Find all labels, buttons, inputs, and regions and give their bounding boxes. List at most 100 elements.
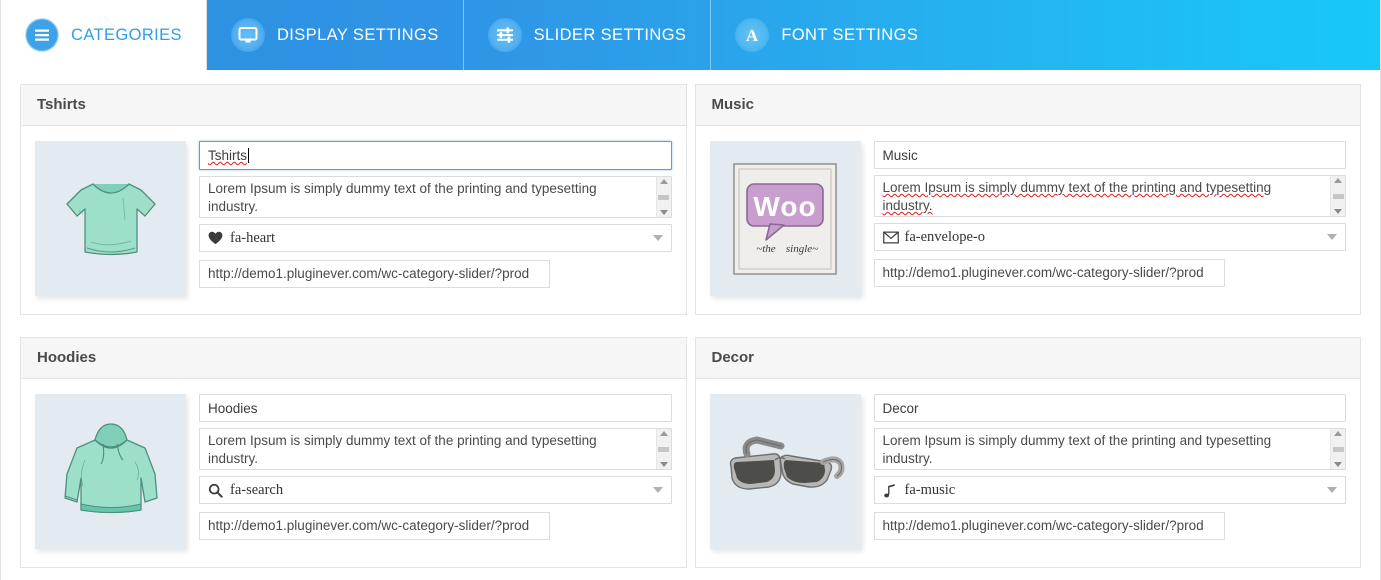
category-thumbnail-music[interactable]: Woo ~the single~ xyxy=(709,141,861,296)
category-icon-select-decor[interactable]: fa-music xyxy=(873,476,1346,504)
category-url-input-music[interactable]: http://demo1.pluginever.com/wc-category-… xyxy=(873,259,1225,287)
envelope-outline-icon xyxy=(882,231,905,244)
category-icon-value-music: fa-envelope-o xyxy=(904,228,986,245)
category-description-textarea-music[interactable]: Lorem Ipsum is simply dummy text of the … xyxy=(873,175,1346,217)
scrollbar-thumb[interactable] xyxy=(1332,193,1344,199)
svg-text:A: A xyxy=(746,26,759,45)
description-scrollbar-tshirts[interactable] xyxy=(655,177,671,217)
svg-text:single~: single~ xyxy=(786,243,818,255)
category-icon-select-music[interactable]: fa-envelope-o xyxy=(873,223,1346,251)
panel-title-hoodies: Hoodies xyxy=(37,349,97,366)
category-url-value-hoodies: http://demo1.pluginever.com/wc-category-… xyxy=(208,518,530,533)
category-description-text-hoodies: Lorem Ipsum is simply dummy text of the … xyxy=(200,429,656,469)
chevron-down-icon[interactable] xyxy=(652,487,663,493)
panel-body-music: Woo ~the single~ Music Lorem Ipsum is si… xyxy=(696,126,1361,314)
scroll-down-arrow-icon[interactable] xyxy=(1334,209,1342,214)
monitor-icon xyxy=(230,18,265,52)
chevron-down-icon[interactable] xyxy=(1327,487,1337,493)
category-description-text-decor: Lorem Ipsum is simply dummy text of the … xyxy=(875,429,1331,469)
category-fields-music: Music Lorem Ipsum is simply dummy text o… xyxy=(873,141,1346,296)
woo-album-illustration: Woo ~the single~ xyxy=(733,162,837,275)
category-name-input-tshirts[interactable]: Tshirts xyxy=(199,141,672,170)
hoodie-illustration xyxy=(63,422,158,513)
category-panel-hoodies: Hoodies Hoodies Lorem Ipsum is simply du… xyxy=(20,337,687,568)
plugin-settings-page: CATEGORIES DISPLAY SETTINGS SLIDER SETTI… xyxy=(0,0,1381,580)
settings-tab-bar: CATEGORIES DISPLAY SETTINGS SLIDER SETTI… xyxy=(1,0,1380,70)
category-panels-grid: Tshirts Tshirts Lorem Ipsum is simply du… xyxy=(1,70,1380,580)
panel-body-tshirts: Tshirts Lorem Ipsum is simply dummy text… xyxy=(21,126,686,314)
panel-header-decor: Decor xyxy=(695,338,1360,379)
tab-categories[interactable]: CATEGORIES xyxy=(1,0,207,70)
chevron-down-icon[interactable] xyxy=(652,235,663,241)
description-line-2: industry. xyxy=(208,451,259,466)
description-line-2: industry. xyxy=(882,451,933,466)
tshirt-illustration xyxy=(65,182,156,255)
category-icon-value-tshirts: fa-heart xyxy=(230,229,276,246)
description-line-1: Lorem Ipsum is simply dummy text of the … xyxy=(208,433,597,448)
category-url-input-tshirts[interactable]: http://demo1.pluginever.com/wc-category-… xyxy=(199,260,550,288)
tab-display-settings[interactable]: DISPLAY SETTINGS xyxy=(207,0,464,70)
category-icon-select-hoodies[interactable]: fa-search xyxy=(199,476,672,504)
search-icon xyxy=(208,483,230,498)
category-thumbnail-decor[interactable] xyxy=(709,394,861,549)
tab-slider-settings-label: SLIDER SETTINGS xyxy=(533,25,687,44)
font-letter-a-icon: A xyxy=(735,18,770,52)
scroll-up-arrow-icon[interactable] xyxy=(659,431,668,436)
category-name-input-decor[interactable]: Decor xyxy=(873,394,1346,422)
tab-display-settings-label: DISPLAY SETTINGS xyxy=(276,25,439,44)
category-url-input-decor[interactable]: http://demo1.pluginever.com/wc-category-… xyxy=(873,512,1225,540)
category-icon-value-decor: fa-music xyxy=(904,481,956,498)
category-icon-select-tshirts[interactable]: fa-heart xyxy=(199,224,672,252)
scroll-up-arrow-icon[interactable] xyxy=(1334,178,1342,183)
tab-categories-label: CATEGORIES xyxy=(71,25,182,44)
tab-font-settings-label: FONT SETTINGS xyxy=(781,25,919,44)
category-description-text-tshirts: Lorem Ipsum is simply dummy text of the … xyxy=(200,177,656,217)
panels-column-left: Tshirts Tshirts Lorem Ipsum is simply du… xyxy=(16,84,691,580)
description-line-1: Lorem Ipsum is simply dummy text of the … xyxy=(882,433,1272,448)
scroll-down-arrow-icon[interactable] xyxy=(659,210,668,215)
scrollbar-thumb[interactable] xyxy=(658,194,669,200)
heart-icon xyxy=(208,231,230,245)
panel-title-music: Music xyxy=(711,96,755,113)
category-panel-decor: Decor Decor Lorem Ipsum is simply dummy … xyxy=(694,337,1361,568)
scroll-up-arrow-icon[interactable] xyxy=(1334,431,1342,436)
category-fields-decor: Decor Lorem Ipsum is simply dummy text o… xyxy=(873,394,1346,549)
category-name-input-hoodies[interactable]: Hoodies xyxy=(199,394,672,422)
description-line-1: Lorem Ipsum is simply dummy text of the … xyxy=(208,181,597,196)
scroll-down-arrow-icon[interactable] xyxy=(1334,462,1342,467)
panel-body-decor: Decor Lorem Ipsum is simply dummy text o… xyxy=(696,379,1361,567)
sliders-icon xyxy=(487,18,522,52)
category-name-value-decor: Decor xyxy=(882,400,919,416)
tab-slider-settings[interactable]: SLIDER SETTINGS xyxy=(464,0,712,70)
description-scrollbar-decor[interactable] xyxy=(1330,429,1345,469)
category-description-textarea-tshirts[interactable]: Lorem Ipsum is simply dummy text of the … xyxy=(199,176,672,218)
category-fields-hoodies: Hoodies Lorem Ipsum is simply dummy text… xyxy=(199,394,672,549)
category-icon-value-hoodies: fa-search xyxy=(230,481,284,498)
scroll-up-arrow-icon[interactable] xyxy=(659,179,668,184)
description-scrollbar-hoodies[interactable] xyxy=(655,429,671,469)
category-thumbnail-tshirts[interactable] xyxy=(35,141,186,296)
category-name-value-tshirts: Tshirts xyxy=(208,148,248,163)
category-url-input-hoodies[interactable]: http://demo1.pluginever.com/wc-category-… xyxy=(199,512,550,540)
scrollbar-thumb[interactable] xyxy=(1332,446,1344,452)
svg-text:Woo: Woo xyxy=(753,191,816,222)
category-url-value-music: http://demo1.pluginever.com/wc-category-… xyxy=(882,265,1204,280)
description-line-2: industry. xyxy=(208,199,259,214)
category-url-value-decor: http://demo1.pluginever.com/wc-category-… xyxy=(882,518,1204,533)
svg-text:~the: ~the xyxy=(756,243,776,255)
category-name-input-music[interactable]: Music xyxy=(873,141,1346,169)
scroll-down-arrow-icon[interactable] xyxy=(659,462,668,467)
panel-header-tshirts: Tshirts xyxy=(21,85,686,126)
music-note-icon xyxy=(883,483,905,498)
sunglasses-illustration xyxy=(729,435,845,490)
panel-title-tshirts: Tshirts xyxy=(37,96,86,113)
category-description-textarea-decor[interactable]: Lorem Ipsum is simply dummy text of the … xyxy=(873,428,1346,470)
panel-header-music: Music xyxy=(695,85,1360,126)
tab-font-settings[interactable]: A FONT SETTINGS xyxy=(711,0,942,70)
description-scrollbar-music[interactable] xyxy=(1330,176,1345,216)
category-description-textarea-hoodies[interactable]: Lorem Ipsum is simply dummy text of the … xyxy=(199,428,672,470)
scrollbar-thumb[interactable] xyxy=(658,446,669,452)
chevron-down-icon[interactable] xyxy=(1327,234,1337,240)
category-thumbnail-hoodies[interactable] xyxy=(35,394,186,549)
category-panel-music: Music Woo ~the single~ Music Lorem Ipsum… xyxy=(694,84,1361,315)
